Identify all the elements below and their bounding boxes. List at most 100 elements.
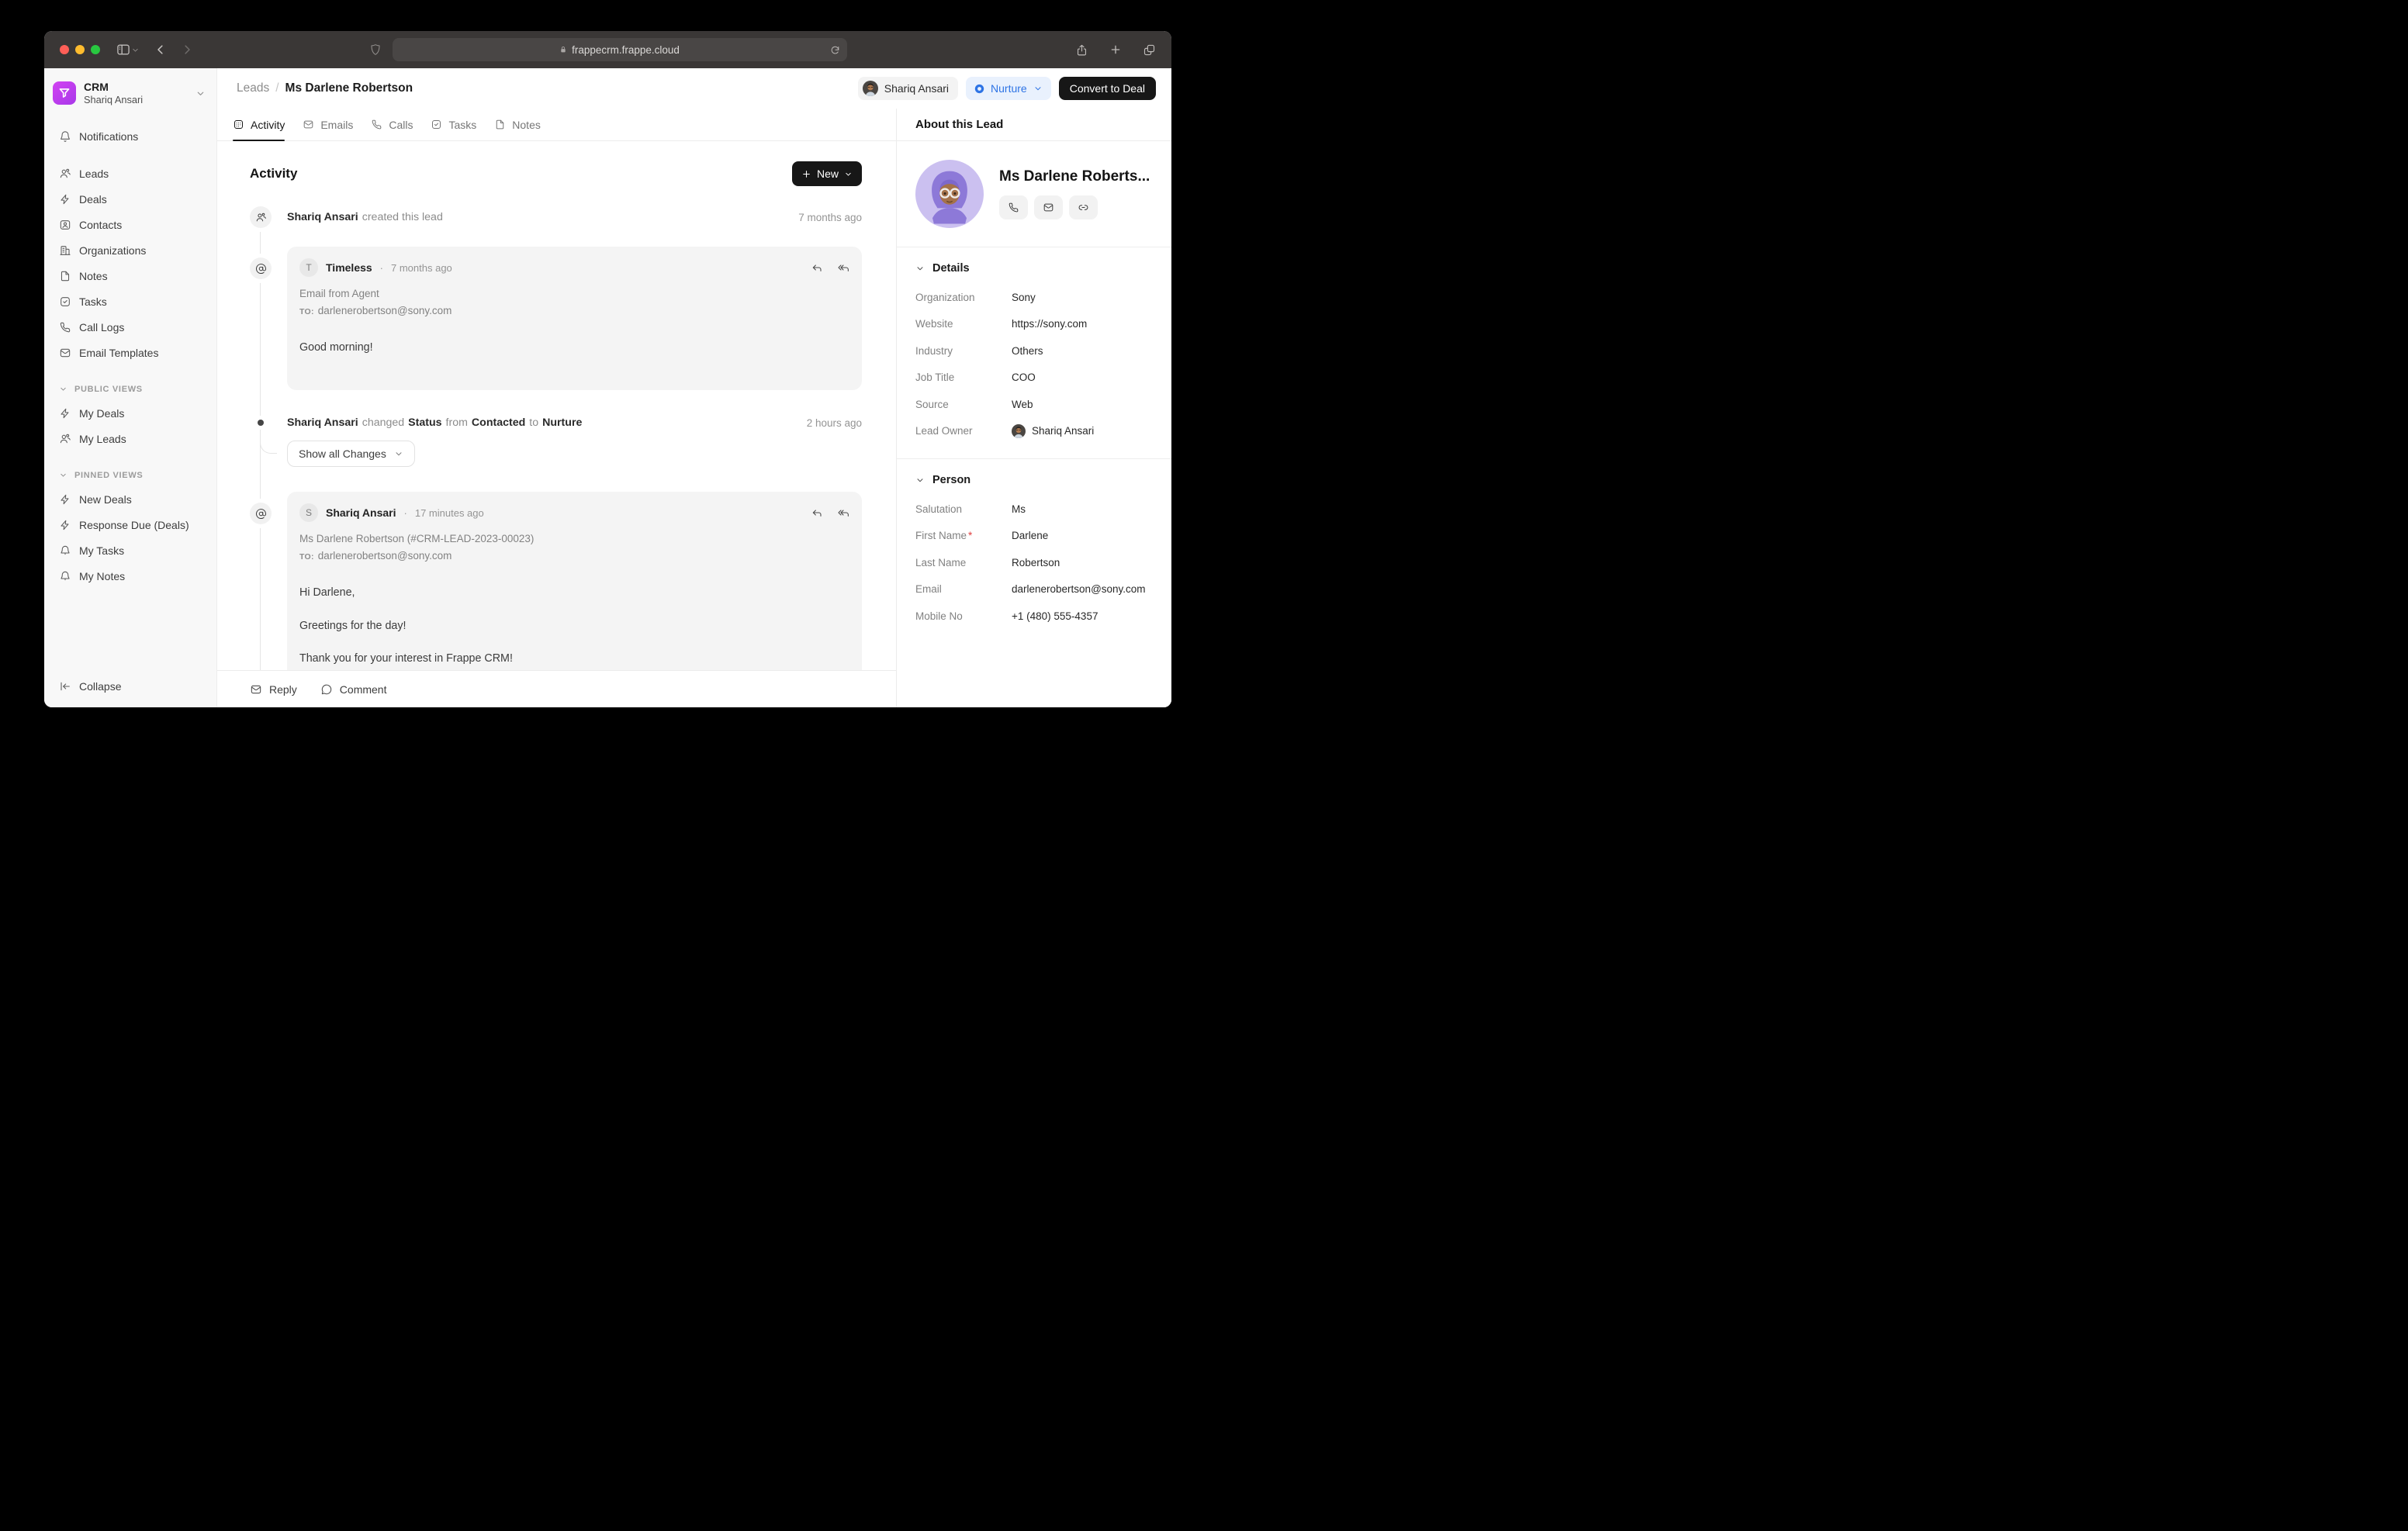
sidebar-item-label: My Notes	[79, 570, 125, 582]
sidebar-chevron-icon[interactable]	[131, 46, 140, 54]
reply-button[interactable]	[811, 261, 823, 274]
privacy-shield-icon[interactable]	[369, 43, 382, 56]
share-button[interactable]	[1075, 43, 1088, 57]
sidebar-item-deals[interactable]: Deals	[50, 188, 210, 212]
reload-button[interactable]	[830, 45, 840, 55]
lead-name: Ms Darlene Roberts...	[999, 168, 1150, 185]
chevron-down-icon	[195, 88, 207, 98]
field-row-last-name[interactable]: Last NameRobertson	[915, 549, 1153, 576]
sidebar-item-email-templates[interactable]: Email Templates	[50, 341, 210, 365]
sidebar-item-contacts[interactable]: Contacts	[50, 213, 210, 237]
tab-emails[interactable]: Emails	[303, 109, 353, 140]
sidebar-item-my-leads[interactable]: My Leads	[50, 427, 210, 451]
address-bar[interactable]: frappecrm.frappe.cloud	[393, 38, 847, 61]
tab-label: Tasks	[448, 119, 476, 131]
field-row-salutation[interactable]: SalutationMs	[915, 496, 1153, 523]
sidebar-item-organizations[interactable]: Organizations	[50, 239, 210, 263]
email-card[interactable]: T Timeless · 7 months ago	[287, 247, 862, 390]
sidebar-item-notes[interactable]: Notes	[50, 264, 210, 289]
to-address: darlenerobertson@sony.com	[318, 305, 452, 316]
reply-action-button[interactable]: Reply	[250, 683, 297, 696]
email-lead-button[interactable]	[1034, 195, 1063, 219]
sender-avatar: S	[299, 503, 318, 522]
reply-all-button[interactable]	[837, 261, 849, 274]
call-lead-button[interactable]	[999, 195, 1028, 219]
bell-icon	[59, 570, 71, 582]
field-label: Website	[915, 318, 1012, 330]
sender-name: Timeless	[326, 261, 372, 274]
new-activity-button[interactable]: New	[792, 161, 862, 186]
field-label: Last Name	[915, 557, 1012, 569]
email-paragraph: Hi Darlene,	[299, 585, 849, 601]
sidebar-item-label: Organizations	[79, 244, 146, 257]
field-row-job-title[interactable]: Job TitleCOO	[915, 365, 1153, 392]
copy-link-button[interactable]	[1069, 195, 1098, 219]
separator-dot: ·	[404, 507, 407, 519]
field-row-email[interactable]: Emaildarlenerobertson@sony.com	[915, 576, 1153, 603]
comment-action-button[interactable]: Comment	[320, 683, 387, 696]
minimize-window-button[interactable]	[75, 45, 85, 54]
tab-overview-button[interactable]	[1143, 43, 1156, 57]
email-body: Hi Darlene, Greetings for the day! Thank…	[299, 585, 849, 670]
collapse-label: Collapse	[79, 680, 121, 693]
sidebar-toggle-button[interactable]	[116, 42, 131, 57]
sidebar-item-new-deals[interactable]: New Deals	[50, 488, 210, 512]
section-public-views[interactable]: PUBLIC VIEWS	[50, 378, 210, 400]
collapse-sidebar-button[interactable]: Collapse	[50, 673, 210, 700]
sidebar-item-response-due-deals[interactable]: Response Due (Deals)	[50, 513, 210, 537]
sidebar-item-label: Deals	[79, 193, 107, 206]
at-sign-icon	[250, 503, 272, 524]
details-section-header[interactable]: Details	[915, 262, 1153, 275]
mail-icon	[59, 347, 71, 359]
new-tab-button[interactable]	[1109, 43, 1122, 56]
field-row-industry[interactable]: IndustryOthers	[915, 337, 1153, 365]
traffic-lights	[60, 45, 100, 54]
reply-all-button[interactable]	[837, 506, 849, 519]
sidebar-item-my-tasks[interactable]: My Tasks	[50, 539, 210, 563]
show-all-changes-button[interactable]: Show all Changes	[287, 441, 415, 467]
sidebar-item-leads[interactable]: Leads	[50, 162, 210, 186]
section-pinned-views[interactable]: PINNED VIEWS	[50, 465, 210, 486]
breadcrumb-separator: /	[275, 81, 279, 95]
to-address: darlenerobertson@sony.com	[318, 550, 452, 562]
sidebar-item-notifications[interactable]: Notifications	[50, 125, 210, 149]
field-row-mobile-no[interactable]: Mobile No+1 (480) 555-4357	[915, 603, 1153, 630]
field-row-lead-owner[interactable]: Lead Owner Shariq Ansari	[915, 418, 1153, 445]
sidebar-item-tasks[interactable]: Tasks	[50, 290, 210, 314]
convert-to-deal-button[interactable]: Convert to Deal	[1059, 77, 1156, 100]
tab-notes[interactable]: Notes	[494, 109, 541, 140]
section-title: Person	[932, 474, 970, 486]
timeline-connector	[260, 433, 277, 454]
sidebar-item-my-deals[interactable]: My Deals	[50, 402, 210, 426]
status-dropdown[interactable]: Nurture	[966, 77, 1051, 100]
reply-label: Reply	[269, 683, 297, 696]
assignee-chip[interactable]: Shariq Ansari	[858, 77, 958, 100]
tab-calls[interactable]: Calls	[371, 109, 413, 140]
tab-tasks[interactable]: Tasks	[431, 109, 476, 140]
forward-button[interactable]	[180, 43, 194, 57]
sidebar-item-call-logs[interactable]: Call Logs	[50, 316, 210, 340]
workspace-switcher[interactable]: CRM Shariq Ansari	[50, 76, 210, 112]
activity-feed[interactable]: Activity New	[217, 141, 896, 670]
reply-button[interactable]	[811, 506, 823, 519]
feed-title: Activity	[250, 166, 297, 181]
field-row-source[interactable]: SourceWeb	[915, 391, 1153, 418]
sidebar-item-my-notes[interactable]: My Notes	[50, 565, 210, 589]
field-row-website[interactable]: Websitehttps://sony.com	[915, 311, 1153, 338]
timeline-event-status-change: Shariq Ansari changed Status from Contac…	[250, 416, 862, 429]
field-row-first-name[interactable]: First Name* Darlene	[915, 523, 1153, 550]
close-window-button[interactable]	[60, 45, 69, 54]
field-row-organization[interactable]: OrganizationSony	[915, 284, 1153, 311]
back-button[interactable]	[154, 43, 168, 57]
email-card[interactable]: S Shariq Ansari · 17 minutes ago	[287, 492, 862, 670]
breadcrumb-leads-link[interactable]: Leads	[237, 81, 269, 95]
event-word: to	[529, 416, 538, 429]
person-section-header[interactable]: Person	[915, 474, 1153, 486]
fullscreen-window-button[interactable]	[91, 45, 100, 54]
field-label: Email	[915, 583, 1012, 595]
pinned-views-list: New Deals Response Due (Deals) My Tasks …	[50, 488, 210, 589]
lead-avatar[interactable]	[915, 160, 984, 228]
assignee-name: Shariq Ansari	[884, 82, 949, 95]
sidebar-item-label: My Tasks	[79, 544, 124, 557]
tab-activity[interactable]: Activity	[233, 109, 285, 140]
